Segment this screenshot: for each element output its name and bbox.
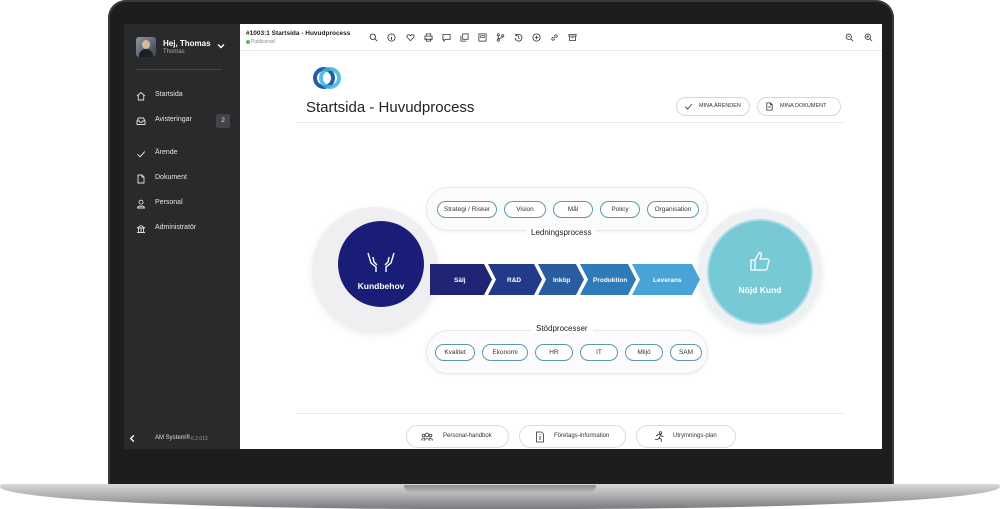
copy-icon[interactable] bbox=[460, 33, 469, 42]
satisfied-customer-label: Nöjd Kund bbox=[738, 285, 782, 295]
inbox-icon bbox=[136, 117, 146, 125]
my-cases-label: MINA ÄRENDEN bbox=[699, 103, 741, 109]
user-name: Thomas bbox=[163, 49, 185, 55]
box-icon[interactable] bbox=[568, 33, 577, 42]
sidebar-item-label: Ärende bbox=[155, 149, 178, 156]
core-step-inkop[interactable]: Inköp bbox=[553, 277, 570, 284]
chevron-left-icon[interactable] bbox=[128, 434, 137, 443]
app-name: AM System® bbox=[155, 435, 191, 441]
link-foretags-information[interactable]: Företags-information bbox=[519, 425, 626, 448]
comment-icon[interactable] bbox=[442, 33, 451, 42]
management-process-label: Ledningsprocess bbox=[526, 228, 597, 237]
satisfied-customer-node[interactable] bbox=[707, 219, 813, 325]
chevron-down-icon[interactable] bbox=[216, 41, 226, 51]
pill-sam[interactable]: SAM bbox=[670, 344, 702, 361]
group-icon bbox=[421, 432, 433, 442]
pill-organisation[interactable]: Organisation bbox=[647, 201, 699, 218]
sidebar-item-label: Administratör bbox=[155, 224, 197, 231]
link-label: Utrymnings-plan bbox=[673, 433, 717, 439]
admin-icon bbox=[136, 224, 146, 233]
archive-icon[interactable] bbox=[478, 33, 487, 42]
customer-need-label: Kundbehov bbox=[357, 281, 405, 291]
link-personal-handbok[interactable]: Personal-handbok bbox=[406, 425, 509, 448]
add-icon[interactable] bbox=[532, 33, 541, 42]
core-step-produktion[interactable]: Produktion bbox=[593, 277, 627, 284]
sidebar-item-administrator[interactable]: Administratör bbox=[124, 220, 240, 238]
laptop-notch bbox=[404, 485, 596, 493]
link-label: Företags-information bbox=[554, 433, 610, 439]
document-title: #1003:1 Startsida - Huvudprocess bbox=[246, 30, 351, 37]
my-documents-label: MINA DOKUMENT bbox=[780, 103, 827, 109]
pill-miljo[interactable]: Miljö bbox=[625, 344, 663, 361]
notification-badge: 2 bbox=[216, 114, 230, 128]
screen: Hej, Thomas Thomas Startsida Avisteringa… bbox=[124, 24, 882, 449]
pill-strategi-risker[interactable]: Strategi / Risker bbox=[437, 201, 497, 218]
check-icon bbox=[137, 151, 146, 158]
home-icon bbox=[136, 91, 146, 101]
running-person-icon bbox=[655, 431, 664, 443]
app-version: 6.2.013 bbox=[191, 436, 208, 442]
pill-hr[interactable]: HR bbox=[535, 344, 573, 361]
my-documents-button[interactable]: MINA DOKUMENT bbox=[757, 97, 841, 116]
sidebar-item-label: Dokument bbox=[155, 174, 187, 181]
search-icon[interactable] bbox=[369, 33, 378, 42]
sidebar-item-label: Avisteringar bbox=[155, 116, 192, 123]
document-icon bbox=[766, 102, 773, 111]
sidebar-item-label: Personal bbox=[155, 199, 183, 206]
status-dot bbox=[246, 40, 250, 44]
hands-icon bbox=[367, 252, 395, 272]
avatar[interactable] bbox=[136, 37, 156, 57]
pill-kvalitet[interactable]: Kvalitet bbox=[435, 344, 475, 361]
link-utrymnings-plan[interactable]: Utrymnings-plan bbox=[636, 425, 736, 448]
heart-icon[interactable] bbox=[406, 33, 415, 42]
core-step-rd[interactable]: R&D bbox=[507, 277, 521, 284]
print-icon[interactable] bbox=[424, 33, 433, 42]
zoom-in-icon[interactable] bbox=[864, 33, 873, 42]
page-title: Startsida - Huvudprocess bbox=[306, 99, 475, 116]
info-document-icon bbox=[536, 431, 544, 443]
sidebar: Hej, Thomas Thomas Startsida Avisteringa… bbox=[124, 24, 240, 449]
sidebar-item-arende[interactable]: Ärende bbox=[124, 145, 240, 163]
company-logo bbox=[313, 67, 341, 89]
branch-icon[interactable] bbox=[496, 33, 505, 42]
management-process-group: Strategi / Risker Vision Mål Policy Orga… bbox=[426, 187, 708, 231]
zoom-out-icon[interactable] bbox=[845, 33, 854, 42]
support-process-label: Stödprocesser bbox=[531, 324, 593, 333]
person-icon bbox=[137, 199, 145, 209]
link-label: Personal-handbok bbox=[443, 433, 492, 439]
pill-vision[interactable]: Vision bbox=[504, 201, 546, 218]
check-icon bbox=[685, 103, 693, 110]
pill-policy[interactable]: Policy bbox=[600, 201, 640, 218]
sidebar-item-dokument[interactable]: Dokument bbox=[124, 170, 240, 188]
sidebar-item-label: Startsida bbox=[155, 91, 183, 98]
pill-it[interactable]: IT bbox=[580, 344, 618, 361]
history-icon[interactable] bbox=[514, 33, 523, 42]
divider bbox=[296, 413, 846, 414]
pill-mal[interactable]: Mål bbox=[553, 201, 593, 218]
sidebar-item-startsida[interactable]: Startsida bbox=[124, 87, 240, 105]
info-icon[interactable] bbox=[387, 33, 396, 42]
sidebar-item-personal[interactable]: Personal bbox=[124, 195, 240, 213]
support-process-group: Kvalitet Ekonomi HR IT Miljö SAM bbox=[426, 330, 708, 374]
document-icon bbox=[137, 174, 145, 184]
sidebar-divider bbox=[136, 69, 222, 70]
user-greeting[interactable]: Hej, Thomas bbox=[163, 39, 211, 48]
core-step-leverans[interactable]: Leverans bbox=[653, 277, 682, 284]
main-content: Startsida - Huvudprocess MINA ÄRENDEN MI… bbox=[240, 51, 882, 449]
pill-ekonomi[interactable]: Ekonomi bbox=[482, 344, 528, 361]
thumbs-up-icon bbox=[750, 252, 770, 271]
link-icon[interactable] bbox=[550, 33, 559, 42]
topbar: #1003:1 Startsida - Huvudprocess Publice… bbox=[240, 24, 882, 51]
my-cases-button[interactable]: MINA ÄRENDEN bbox=[676, 97, 750, 116]
document-status: Publicerad bbox=[251, 39, 275, 45]
sidebar-item-avisteringar[interactable]: Avisteringar 2 bbox=[124, 112, 240, 130]
divider bbox=[296, 122, 846, 123]
core-step-salj[interactable]: Sälj bbox=[454, 277, 466, 284]
